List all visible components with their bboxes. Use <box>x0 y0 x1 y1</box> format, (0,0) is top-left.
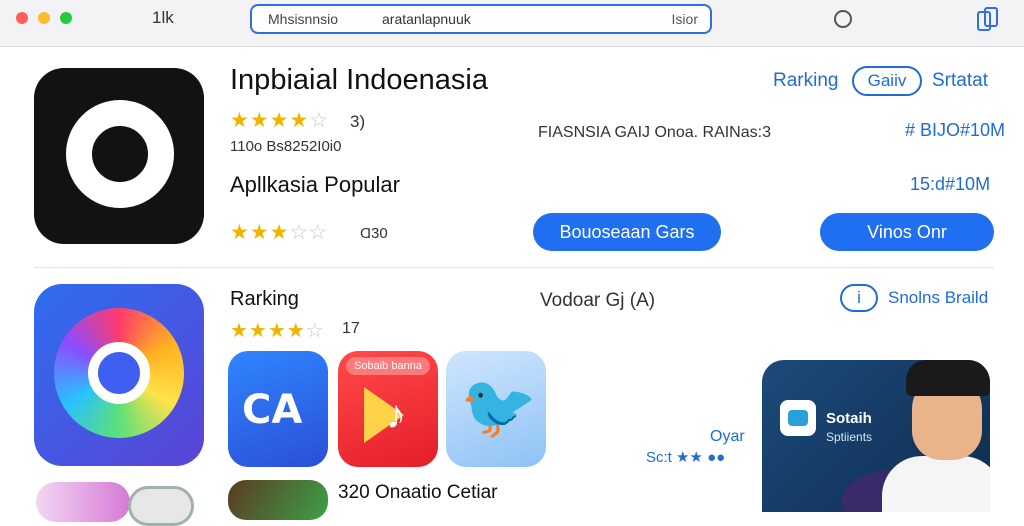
secondary-button[interactable]: Vinos Onr <box>820 213 994 251</box>
feature-card[interactable]: Sotaih Sptiients <box>762 360 990 512</box>
rating-stars: ★★★★☆ <box>230 109 329 132</box>
oyar-label[interactable]: Oyar <box>710 428 745 446</box>
center-label-app2: Vodoar Gj (A) <box>540 290 656 311</box>
small-rating: Sc:t ★★ ●● <box>646 449 726 466</box>
close-window-button[interactable] <box>16 12 28 24</box>
share-icon[interactable] <box>976 6 1000 32</box>
app-meta: 110o Bs8252I0i0 <box>230 138 342 155</box>
bird-icon: 🐦 <box>460 373 538 442</box>
app-icon-swirl[interactable] <box>34 284 204 466</box>
ranking-heading: Rarking <box>230 288 299 310</box>
primary-button[interactable]: Bouoseaan Gars <box>533 213 721 251</box>
minimize-window-button[interactable] <box>38 12 50 24</box>
app-title: Inpbiaial Indoenasia <box>230 64 488 96</box>
rating-count-app2: 17 <box>342 320 360 337</box>
zoom-window-button[interactable] <box>60 12 72 24</box>
rating-stars-secondary: ★★★☆☆ <box>230 221 328 244</box>
ca-logo-text: CA <box>242 387 303 433</box>
rating-count-secondary: Ɑ30 <box>360 225 388 242</box>
mini-app-bird[interactable]: 🐦 <box>446 351 546 467</box>
app-icon-gray[interactable] <box>128 486 194 526</box>
ring-icon <box>66 100 174 208</box>
music-note-icon: ♪ <box>386 393 406 437</box>
category-chip[interactable]: Gaiiv <box>852 66 922 96</box>
ranking-link[interactable]: Rarking <box>773 70 838 92</box>
app-icon-black-ring[interactable] <box>34 68 204 244</box>
character-hair <box>906 360 990 396</box>
address-prefix: Mhsisnnsio <box>268 11 339 27</box>
tab-count[interactable]: 1lk <box>152 8 174 28</box>
reload-icon[interactable] <box>834 10 852 28</box>
app-icon-pink[interactable] <box>36 482 130 522</box>
character-body <box>882 456 990 512</box>
address-bar[interactable]: Mhsisnnsio aratanlapnuuk Isior <box>250 4 712 34</box>
section-divider <box>34 267 994 268</box>
rating-count: 3) <box>350 112 366 131</box>
mini-app-music[interactable]: Sobaib banna ♪ <box>338 351 438 467</box>
rating-stars-app2: ★★★★☆ <box>230 320 324 342</box>
mini-app-ca[interactable]: CA <box>228 351 328 467</box>
info-link[interactable]: Snolns Braild <box>888 288 988 308</box>
feature-badge-icon <box>780 400 816 436</box>
stat-value-1: # BIJO#10M <box>905 120 1006 140</box>
start-link[interactable]: Srtatat <box>932 70 988 92</box>
swirl-center <box>88 342 150 404</box>
browser-toolbar: 1lk Mhsisnnsio aratanlapnuuk Isior <box>0 0 1024 47</box>
swirl-icon <box>54 308 184 438</box>
feature-subtitle: Sptiients <box>826 430 873 444</box>
feature-title: Sotaih <box>826 410 872 427</box>
address-suffix: Isior <box>671 11 698 27</box>
bottom-app-title: 320 Onaatio Cetiar <box>338 482 498 503</box>
app-subtitle: Apllkasia Popular <box>230 172 400 197</box>
stat-value-2: 15:d#10M <box>910 174 991 194</box>
info-icon[interactable]: i <box>840 284 878 312</box>
info-text: FIASNSIA GAIJ Onoa. RAINas:3 <box>538 124 771 141</box>
address-text[interactable]: aratanlapnuuk <box>382 11 471 27</box>
music-banner: Sobaib banna <box>346 357 430 375</box>
app-icon-green[interactable] <box>228 480 328 520</box>
